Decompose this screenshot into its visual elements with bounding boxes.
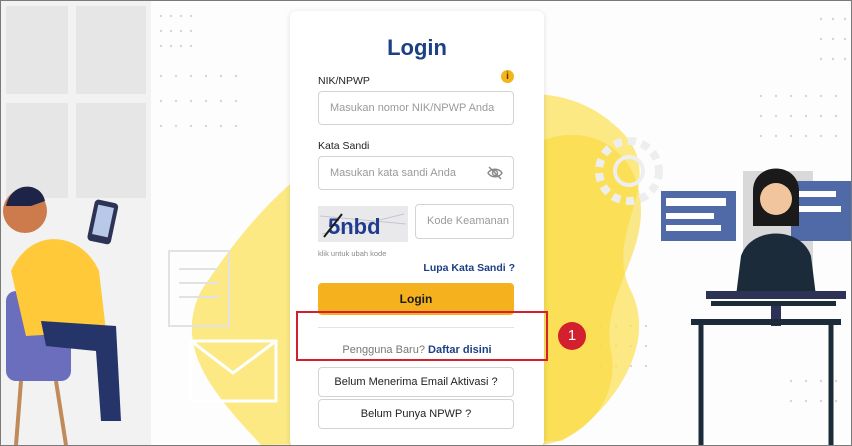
- login-title: Login: [387, 35, 447, 60]
- info-icon[interactable]: i: [501, 70, 514, 83]
- password-label: Kata Sandi: [318, 140, 370, 152]
- no-npwp-button[interactable]: Belum Punya NPWP ?: [318, 399, 514, 429]
- password-input[interactable]: Masukan kata sandi Anda: [318, 156, 514, 190]
- eye-off-icon[interactable]: [487, 166, 503, 180]
- nik-npwp-placeholder: Masukan nomor NIK/NPWP Anda: [330, 102, 495, 114]
- annotation-highlight-box: [296, 311, 548, 361]
- forgot-password-link[interactable]: Lupa Kata Sandi ?: [423, 262, 515, 274]
- captcha-graphic: 5nbd: [319, 213, 407, 239]
- captcha-hint: klik untuk ubah kode: [318, 249, 387, 258]
- captcha-image[interactable]: 5nbd: [318, 206, 408, 242]
- activation-email-button[interactable]: Belum Menerima Email Aktivasi ?: [318, 367, 514, 397]
- nik-npwp-input[interactable]: Masukan nomor NIK/NPWP Anda: [318, 91, 514, 125]
- password-placeholder: Masukan kata sandi Anda: [330, 167, 456, 179]
- security-code-input[interactable]: Kode Keamanan: [415, 204, 514, 239]
- captcha-text: 5nbd: [328, 214, 381, 239]
- annotation-badge: 1: [558, 322, 586, 350]
- security-code-placeholder: Kode Keamanan: [427, 215, 509, 227]
- nik-npwp-label: NIK/NPWP: [318, 75, 370, 87]
- login-card: Login NIK/NPWP i Masukan nomor NIK/NPWP …: [290, 11, 544, 445]
- page-frame: Login NIK/NPWP i Masukan nomor NIK/NPWP …: [0, 0, 852, 446]
